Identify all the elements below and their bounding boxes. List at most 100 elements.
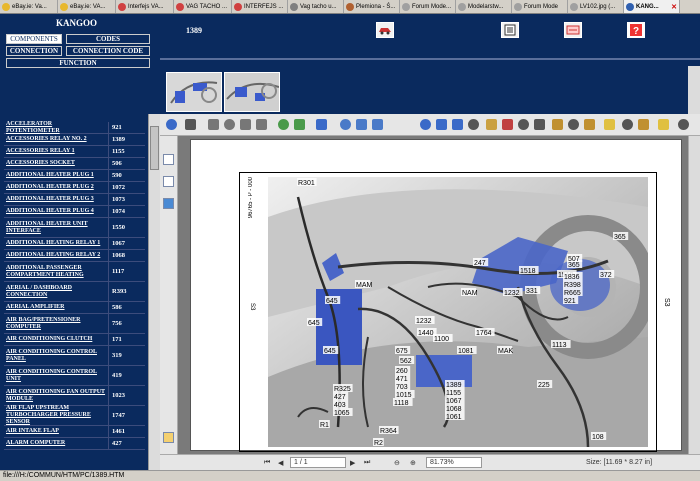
help-icon[interactable]: ? [627, 22, 645, 38]
stamp-icon[interactable] [622, 119, 633, 130]
component-name-link[interactable]: ACCESSORIES RELAY 1 [4, 146, 109, 157]
zoom-field[interactable]: 81.73% [426, 457, 482, 468]
last-page-icon[interactable]: ⏭ [364, 459, 370, 467]
comments-panel-icon[interactable] [163, 432, 174, 443]
component-row[interactable]: ACCELERATOR POTENTIOMETER 921 [4, 121, 145, 134]
component-name-link[interactable]: AERIAL AMPLIFIER [4, 302, 109, 313]
component-name-link[interactable]: AIR FLAP UPSTREAM TURBOCHARGER PRESSURE … [4, 405, 109, 425]
browser-tab[interactable]: INTERFEJS ... [232, 0, 288, 13]
page-number-field[interactable]: 1 / 1 [290, 457, 346, 468]
highlight-icon[interactable] [604, 119, 615, 130]
component-row[interactable]: ACCESSORIES RELAY NO. 2 1389 [4, 134, 145, 146]
prev-page-icon[interactable]: ◀ [278, 459, 283, 467]
component-name-link[interactable]: ADDITIONAL HEATER UNIT INTERFACE [4, 218, 109, 237]
connector-view-icon[interactable] [564, 22, 582, 38]
browser-tab[interactable]: eBay.ie: Va... [0, 0, 58, 13]
component-row[interactable]: AIR BAG/PRETENSIONER COMPUTER 756 [4, 314, 145, 334]
component-row[interactable]: AERIAL AMPLIFIER 586 [4, 302, 145, 314]
more-icon[interactable] [678, 119, 689, 130]
save-icon[interactable] [166, 119, 177, 130]
select-icon[interactable] [518, 119, 529, 130]
component-name-link[interactable]: ADDITIONAL HEATING RELAY 1 [4, 238, 109, 249]
component-row[interactable]: ALARM COMPUTER 427 [4, 438, 145, 450]
browser-tab[interactable]: LV102.jpg (... [568, 0, 624, 13]
component-name-link[interactable]: ACCESSORIES SOCKET [4, 158, 109, 169]
component-row[interactable]: ADDITIONAL HEATING RELAY 1 1067 [4, 238, 145, 250]
typewriter-icon[interactable] [568, 119, 579, 130]
first-page-icon[interactable] [208, 119, 219, 130]
component-name-link[interactable]: AIR CONDITIONING FAN OUTPUT MODULE [4, 386, 109, 405]
forward-icon[interactable] [294, 119, 305, 130]
note-icon[interactable] [658, 119, 669, 130]
snapshot-icon[interactable] [452, 119, 463, 130]
first-page-icon[interactable]: ⏮ [264, 459, 270, 467]
connection-button[interactable]: CONNECTION [6, 46, 62, 56]
zoom-in-icon[interactable] [420, 119, 431, 130]
browser-tab[interactable]: Modelarstw... [456, 0, 512, 13]
text-tool-icon[interactable] [552, 119, 563, 130]
marquee-icon[interactable] [502, 119, 513, 130]
attachments-panel-icon[interactable] [163, 176, 174, 187]
fit-width-icon[interactable] [356, 119, 367, 130]
browser-tab[interactable]: KANG... ✕ [624, 0, 680, 13]
component-row[interactable]: ACCESSORIES RELAY 1 1155 [4, 146, 145, 158]
zoom-in-icon[interactable]: ⊕ [410, 459, 416, 467]
back-icon[interactable] [278, 119, 289, 130]
component-row[interactable]: AIR FLAP UPSTREAM TURBOCHARGER PRESSURE … [4, 405, 145, 426]
actual-size-icon[interactable] [372, 119, 383, 130]
component-name-link[interactable]: AIR BAG/PRETENSIONER COMPUTER [4, 314, 109, 333]
component-row[interactable]: AIR INTAKE FLAP 1461 [4, 426, 145, 438]
component-row[interactable]: ADDITIONAL HEATER UNIT INTERFACE 1550 [4, 218, 145, 238]
component-list-scrollbar[interactable] [148, 114, 160, 470]
browser-tab[interactable]: Interfejs VA... [116, 0, 174, 13]
function-button[interactable]: FUNCTION [6, 58, 150, 68]
callout-icon[interactable] [584, 119, 595, 130]
component-row[interactable]: ADDITIONAL PASSENGER COMPARTMENT HEATING… [4, 262, 145, 282]
scrollbar-thumb[interactable] [150, 126, 159, 170]
hand-tool-icon[interactable] [486, 119, 497, 130]
select-text-icon[interactable] [468, 119, 479, 130]
component-row[interactable]: ADDITIONAL HEATER PLUG 1 590 [4, 170, 145, 182]
component-name-link[interactable]: AERIAL / DASHBOARD CONNECTION [4, 282, 109, 301]
component-name-link[interactable]: ACCELERATOR POTENTIOMETER [4, 121, 109, 134]
connection-code-button[interactable]: CONNECTION CODE [66, 46, 150, 56]
browser-tab[interactable]: VAG TACHO ... [174, 0, 232, 13]
component-name-link[interactable]: ACCESSORIES RELAY NO. 2 [4, 134, 109, 145]
codes-button[interactable]: CODES [66, 34, 150, 44]
component-row[interactable]: ADDITIONAL HEATER PLUG 4 1074 [4, 206, 145, 218]
browser-tab[interactable]: Forum Mode [512, 0, 568, 13]
component-row[interactable]: AIR CONDITIONING CONTROL PANEL 319 [4, 346, 145, 366]
component-row[interactable]: AERIAL / DASHBOARD CONNECTION R393 [4, 282, 145, 302]
component-name-link[interactable]: AIR CONDITIONING CONTROL UNIT [4, 366, 109, 385]
prev-page-icon[interactable] [224, 119, 235, 130]
components-button[interactable]: COMPONENTS [6, 34, 62, 44]
component-name-link[interactable]: ADDITIONAL HEATER PLUG 3 [4, 194, 109, 205]
diagram-thumbnail-2[interactable] [224, 72, 280, 112]
zoom-out-icon[interactable]: ⊖ [394, 459, 400, 467]
vehicle-location-icon[interactable] [376, 22, 394, 38]
close-tab-icon[interactable]: ✕ [671, 3, 677, 11]
document-scrollbar[interactable] [688, 136, 700, 454]
component-name-link[interactable]: AIR CONDITIONING CLUTCH [4, 334, 109, 345]
component-name-link[interactable]: ADDITIONAL HEATER PLUG 4 [4, 206, 109, 217]
component-row[interactable]: ADDITIONAL HEATER PLUG 3 1073 [4, 194, 145, 206]
browser-tab[interactable]: Forum Mode... [400, 0, 456, 13]
component-row[interactable]: ADDITIONAL HEATING RELAY 2 1068 [4, 250, 145, 262]
layers-panel-icon[interactable] [163, 198, 174, 209]
component-name-link[interactable]: AIR CONDITIONING CONTROL PANEL [4, 346, 109, 365]
browser-tab[interactable]: eBay.ie: VA... [58, 0, 116, 13]
browser-tab[interactable]: Vag tacho u... [288, 0, 344, 13]
last-page-icon[interactable] [256, 119, 267, 130]
zoom-icon[interactable] [316, 119, 327, 130]
fit-page-icon[interactable] [340, 119, 351, 130]
component-name-link[interactable]: ADDITIONAL PASSENGER COMPARTMENT HEATING [4, 262, 109, 281]
component-row[interactable]: ACCESSORIES SOCKET 506 [4, 158, 145, 170]
zoom-out-icon[interactable] [436, 119, 447, 130]
component-name-link[interactable]: AIR INTAKE FLAP [4, 426, 109, 437]
component-row[interactable]: AIR CONDITIONING FAN OUTPUT MODULE 1023 [4, 386, 145, 406]
component-name-link[interactable]: ALARM COMPUTER [4, 438, 109, 449]
component-name-link[interactable]: ADDITIONAL HEATING RELAY 2 [4, 250, 109, 261]
next-page-icon[interactable]: ▶ [350, 459, 355, 467]
document-icon[interactable] [501, 22, 519, 38]
component-row[interactable]: ADDITIONAL HEATER PLUG 2 1072 [4, 182, 145, 194]
